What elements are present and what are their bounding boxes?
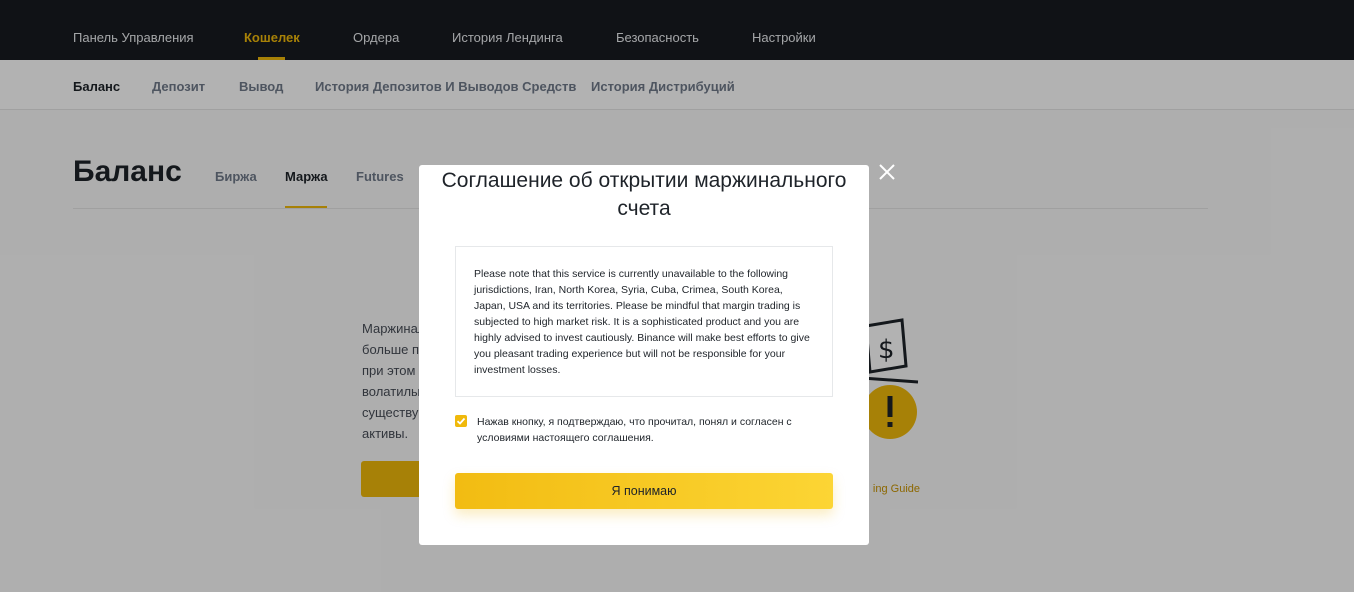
understand-button[interactable]: Я понимаю (455, 473, 833, 509)
margin-agreement-modal: Соглашение об открытии маржинального сче… (419, 165, 869, 545)
jurisdiction-notice: Please note that this service is current… (455, 246, 833, 397)
close-icon[interactable] (877, 162, 897, 182)
agree-checkbox[interactable] (455, 415, 467, 427)
checkmark-icon (456, 417, 466, 425)
agree-label: Нажав кнопку, я подтверждаю, что прочита… (477, 416, 792, 444)
modal-title: Соглашение об открытии маржинального сче… (441, 169, 847, 220)
